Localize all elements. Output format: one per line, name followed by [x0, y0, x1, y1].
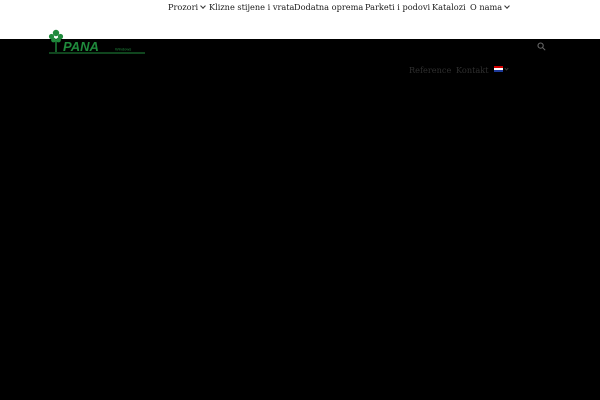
menu-item-label: O nama: [470, 2, 503, 12]
logo-subtext: Windows: [115, 47, 131, 52]
menu-item-label: Klizne stijene i vrata: [209, 2, 295, 12]
menu-item-katalozi[interactable]: Katalozi: [432, 0, 466, 14]
menu-item-label: Kontakt: [456, 65, 489, 75]
secondary-menu-kontakt[interactable]: Kontakt: [456, 64, 489, 76]
menu-item-klizne-stijene[interactable]: Klizne stijene i vrata: [209, 0, 294, 14]
menu-item-label: Dodatna oprema: [294, 2, 364, 12]
menu-item-label: Prozori: [168, 2, 199, 12]
croatia-flag-icon[interactable]: [494, 66, 503, 72]
chevron-down-icon[interactable]: [504, 66, 509, 71]
menu-item-o-nama[interactable]: O nama: [470, 0, 510, 14]
secondary-menu-reference[interactable]: Reference: [409, 64, 451, 76]
logo-text: PANA: [63, 39, 99, 54]
menu-item-label: Reference: [409, 65, 452, 75]
menu-item-prozori[interactable]: Prozori: [168, 0, 206, 14]
chevron-down-icon: [504, 3, 510, 9]
menu-item-parketi[interactable]: Parketi i podovi: [365, 0, 430, 14]
chevron-down-icon: [200, 3, 206, 9]
menu-item-label: Katalozi: [432, 2, 466, 12]
search-icon[interactable]: [537, 42, 546, 51]
logo-image: PANA Windows: [48, 29, 145, 54]
menu-item-dodatna-oprema[interactable]: Dodatna oprema: [294, 0, 363, 14]
menu-item-label: Parketi i podovi: [365, 2, 431, 12]
